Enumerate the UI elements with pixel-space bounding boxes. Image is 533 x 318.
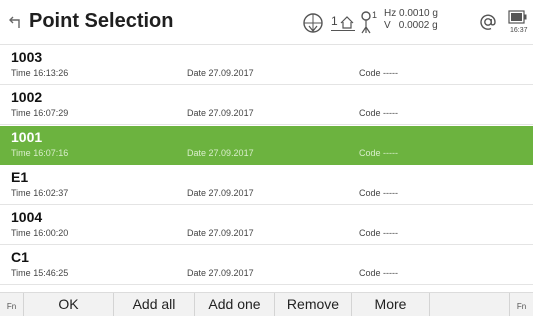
face-house-icon bbox=[340, 16, 354, 29]
code-label: Code bbox=[359, 108, 381, 118]
point-time-cell: Time 16:13:26 bbox=[11, 68, 68, 78]
code-value: ----- bbox=[383, 108, 399, 118]
code-value: ----- bbox=[383, 188, 399, 198]
date-value: 27.09.2017 bbox=[208, 108, 254, 118]
point-row[interactable]: 1004 Time 16:00:20 Date 27.09.2017 Code ---… bbox=[0, 206, 533, 245]
time-label: Time bbox=[11, 188, 31, 198]
title-bar: Point Selection 1 1 Hz 0.0010 g V 0.0002… bbox=[0, 0, 533, 45]
point-code-cell: Code ----- bbox=[359, 68, 398, 78]
point-code-cell: Code ----- bbox=[359, 228, 398, 238]
date-label: Date bbox=[187, 188, 207, 198]
time-label: Time bbox=[11, 68, 31, 78]
time-label: Time bbox=[11, 268, 31, 278]
time-value: 16:13:26 bbox=[33, 68, 69, 78]
fn-left-button[interactable]: Fn bbox=[0, 293, 24, 316]
point-time-cell: Time 16:02:37 bbox=[11, 188, 68, 198]
hz-label: Hz bbox=[384, 8, 397, 19]
point-name: 1002 bbox=[11, 89, 43, 105]
point-row[interactable]: 1001 Time 16:07:16 Date 27.09.2017 Code ---… bbox=[0, 126, 533, 165]
code-label: Code bbox=[359, 228, 381, 238]
prism-indicator-value: 1 bbox=[372, 10, 378, 20]
time-value: 16:07:29 bbox=[33, 108, 69, 118]
fn-right-button[interactable]: Fn bbox=[510, 293, 533, 316]
point-time-cell: Time 16:00:20 bbox=[11, 228, 68, 238]
time-value: 16:00:20 bbox=[33, 228, 69, 238]
add-all-button[interactable]: Add all bbox=[114, 293, 195, 316]
point-row[interactable]: C1 Time 15:46:25 Date 27.09.2017 Code ----- bbox=[0, 246, 533, 285]
date-value: 27.09.2017 bbox=[208, 148, 254, 158]
softkey-bar: Fn OK Add all Add one Remove More Fn bbox=[0, 292, 533, 316]
back-icon[interactable] bbox=[8, 14, 24, 30]
point-date-cell: Date 27.09.2017 bbox=[187, 148, 254, 158]
point-row[interactable]: 1002 Time 16:07:29 Date 27.09.2017 Code ---… bbox=[0, 86, 533, 125]
date-label: Date bbox=[187, 68, 207, 78]
page-title: Point Selection bbox=[29, 10, 174, 32]
point-date-cell: Date 27.09.2017 bbox=[187, 108, 254, 118]
ok-button[interactable]: OK bbox=[24, 293, 114, 316]
v-readout: V 0.0002 g bbox=[384, 20, 438, 31]
point-list: 1003 Time 16:13:26 Date 27.09.2017 Code ---… bbox=[0, 46, 533, 288]
hz-value: 0.0010 g bbox=[399, 8, 438, 19]
fn-left-label: Fn bbox=[6, 302, 17, 311]
time-label: Time bbox=[11, 148, 31, 158]
date-value: 27.09.2017 bbox=[208, 268, 254, 278]
point-name: E1 bbox=[11, 169, 29, 185]
time-value: 16:07:16 bbox=[33, 148, 69, 158]
date-label: Date bbox=[187, 148, 207, 158]
point-code-cell: Code ----- bbox=[359, 188, 398, 198]
point-name: 1001 bbox=[11, 129, 43, 145]
point-time-cell: Time 15:46:25 bbox=[11, 268, 68, 278]
point-code-cell: Code ----- bbox=[359, 148, 398, 158]
more-button[interactable]: More bbox=[352, 293, 430, 316]
date-label: Date bbox=[187, 268, 207, 278]
point-code-cell: Code ----- bbox=[359, 108, 398, 118]
at-icon[interactable] bbox=[478, 12, 498, 32]
point-row[interactable]: E1 Time 16:02:37 Date 27.09.2017 Code ----- bbox=[0, 166, 533, 205]
hz-readout: Hz 0.0010 g bbox=[384, 8, 438, 19]
code-label: Code bbox=[359, 68, 381, 78]
point-date-cell: Date 27.09.2017 bbox=[187, 68, 254, 78]
date-value: 27.09.2017 bbox=[208, 188, 254, 198]
point-row[interactable]: 1003 Time 16:13:26 Date 27.09.2017 Code ---… bbox=[0, 46, 533, 85]
add-one-button[interactable]: Add one bbox=[195, 293, 275, 316]
code-value: ----- bbox=[383, 68, 399, 78]
v-value: 0.0002 g bbox=[398, 20, 438, 31]
face-indicator-value: 1 bbox=[331, 14, 338, 28]
empty-softkey[interactable] bbox=[430, 293, 510, 316]
code-value: ----- bbox=[383, 148, 399, 158]
date-value: 27.09.2017 bbox=[208, 228, 254, 238]
fn-right-label: Fn bbox=[516, 302, 527, 311]
time-label: Time bbox=[11, 108, 31, 118]
code-label: Code bbox=[359, 148, 381, 158]
code-label: Code bbox=[359, 188, 381, 198]
point-date-cell: Date 27.09.2017 bbox=[187, 268, 254, 278]
date-value: 27.09.2017 bbox=[208, 68, 254, 78]
point-name: 1004 bbox=[11, 209, 43, 225]
point-time-cell: Time 16:07:29 bbox=[11, 108, 68, 118]
time-value: 15:46:25 bbox=[33, 268, 69, 278]
point-date-cell: Date 27.09.2017 bbox=[187, 188, 254, 198]
point-date-cell: Date 27.09.2017 bbox=[187, 228, 254, 238]
remove-button[interactable]: Remove bbox=[275, 293, 352, 316]
point-code-cell: Code ----- bbox=[359, 268, 398, 278]
time-value: 16:02:37 bbox=[33, 188, 69, 198]
point-time-cell: Time 16:07:16 bbox=[11, 148, 68, 158]
point-name: 1003 bbox=[11, 49, 43, 65]
code-label: Code bbox=[359, 268, 381, 278]
battery-icon[interactable] bbox=[508, 10, 528, 24]
face-indicator-icon[interactable]: 1 bbox=[331, 14, 355, 32]
v-label: V bbox=[384, 20, 391, 31]
point-name: C1 bbox=[11, 249, 29, 265]
time-label: Time bbox=[11, 228, 31, 238]
crosshair-icon[interactable] bbox=[302, 12, 324, 34]
code-value: ----- bbox=[383, 268, 399, 278]
date-label: Date bbox=[187, 108, 207, 118]
code-value: ----- bbox=[383, 228, 399, 238]
clock-time: 16:37 bbox=[510, 27, 528, 34]
prism-icon[interactable]: 1 bbox=[360, 9, 380, 35]
date-label: Date bbox=[187, 228, 207, 238]
